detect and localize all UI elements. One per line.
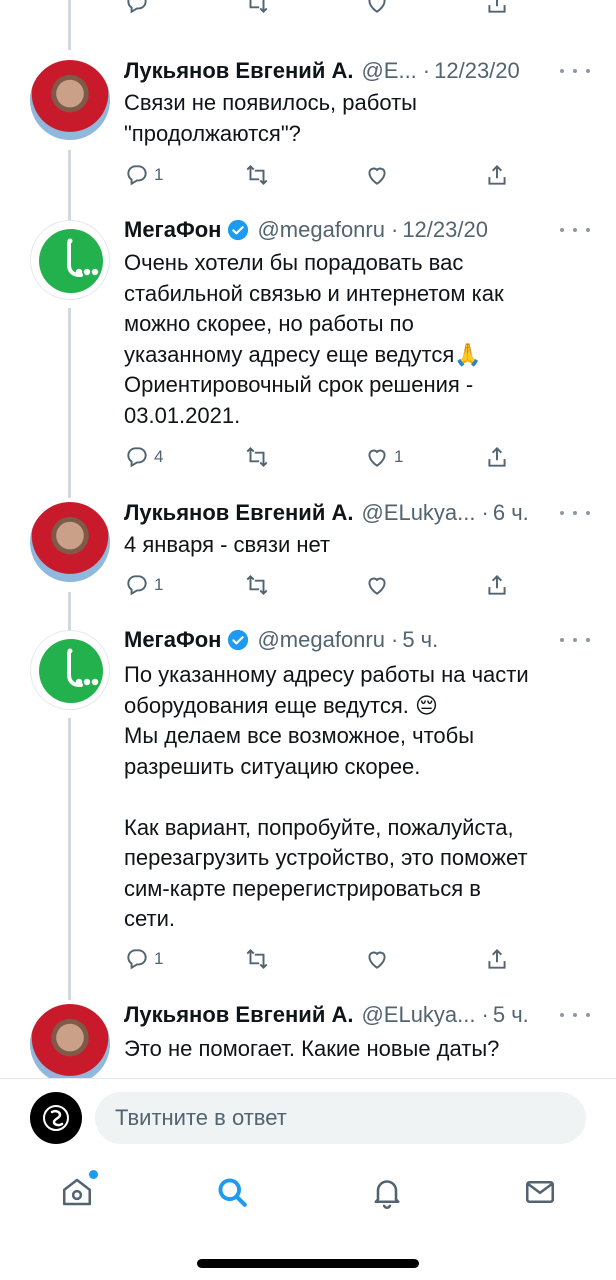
timestamp[interactable]: 5 ч.	[493, 1002, 529, 1028]
composer-divider	[0, 1078, 616, 1079]
tweet-header: Лукьянов Евгений А. @ELukya... · 5 ч.	[124, 1000, 529, 1030]
tab-messages[interactable]	[522, 1174, 558, 1210]
tab-search[interactable]	[214, 1174, 250, 1210]
new-content-dot	[89, 1170, 98, 1179]
reply-placeholder: Твитните в ответ	[115, 1105, 287, 1130]
my-avatar[interactable]	[30, 1092, 82, 1144]
bottom-tab-bar	[0, 1160, 616, 1230]
tab-home[interactable]	[59, 1170, 98, 1210]
author-handle: @ELukya...	[361, 1002, 476, 1027]
tweet[interactable]: Лукьянов Евгений А. @ELukya... · 5 ч. Эт…	[0, 0, 616, 1078]
tab-notifications[interactable]	[369, 1174, 405, 1210]
messages-icon	[525, 1180, 555, 1204]
separator-dot: ·	[481, 1002, 489, 1027]
avatar[interactable]	[30, 1004, 110, 1078]
search-icon	[218, 1178, 247, 1207]
more-options-icon[interactable]	[560, 1005, 590, 1025]
home-icon	[62, 1178, 92, 1206]
home-indicator	[197, 1259, 419, 1268]
tweet-text: Это не помогает. Какие новые даты?	[124, 1036, 500, 1061]
author-name[interactable]: Лукьянов Евгений А.	[124, 1002, 353, 1028]
reply-input[interactable]: Твитните в ответ	[95, 1092, 586, 1144]
notifications-icon	[374, 1180, 400, 1209]
